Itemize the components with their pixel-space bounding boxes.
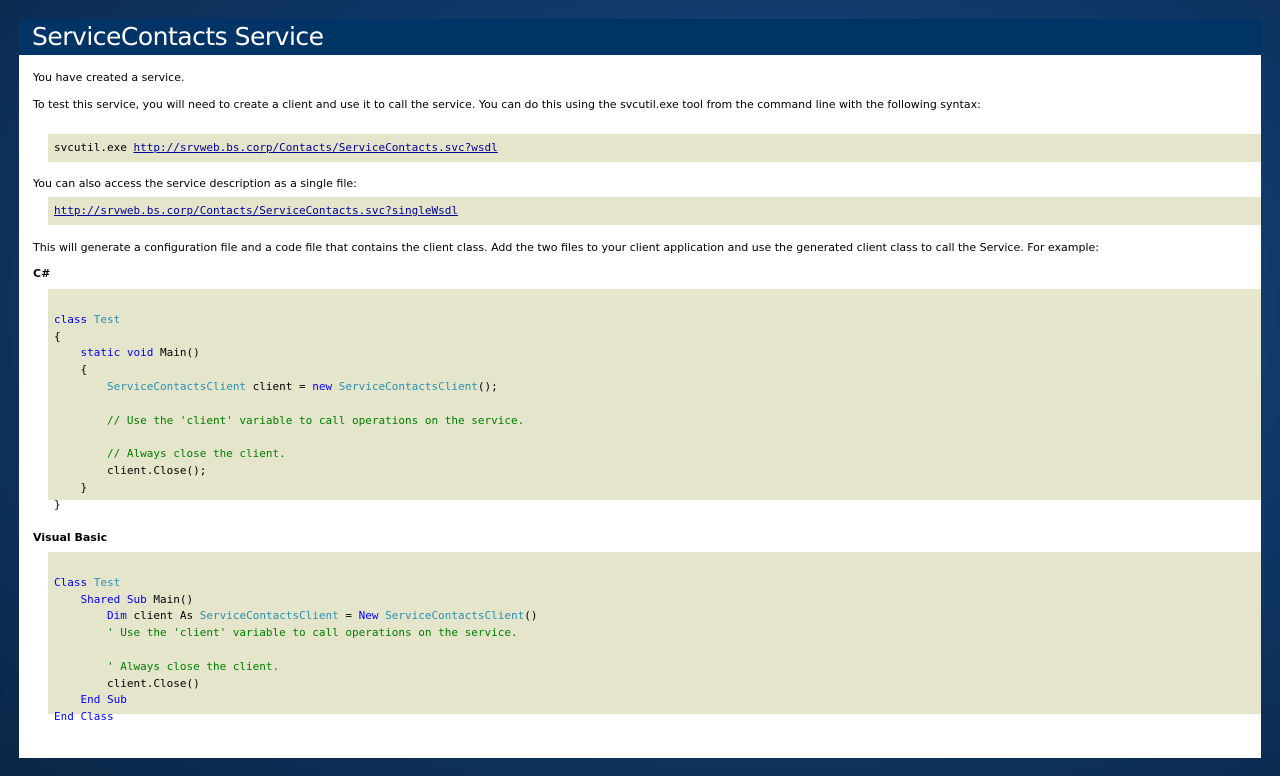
code-line: { <box>54 329 61 343</box>
code-line: End Class <box>54 710 114 724</box>
generate-text: This will generate a configuration file … <box>33 241 1099 254</box>
code-line: // Use the 'client' variable to call ope… <box>106 413 525 427</box>
svcutil-command: svcutil.exe <box>54 141 134 154</box>
csharp-label: C# <box>33 267 51 280</box>
code-line: class Test <box>54 312 121 326</box>
wsdl-link[interactable]: http://srvweb.bs.corp/Contacts/ServiceCo… <box>133 141 497 154</box>
csharp-code-block: class Test { static void Main() { Service… <box>48 289 1261 511</box>
code-line: Class Test <box>54 575 121 589</box>
code-line: client.Close() <box>106 676 200 690</box>
service-page: ServiceContacts Service You have created… <box>19 19 1261 758</box>
code-line: Dim client As ServiceContactsClient = Ne… <box>106 609 538 623</box>
code-line: { <box>54 363 88 377</box>
single-file-text: You can also access the service descript… <box>33 177 357 190</box>
svcutil-command-block: svcutil.exe http://srvweb.bs.corp/Contac… <box>48 134 1261 162</box>
code-line: ' Use the 'client' variable to call oper… <box>106 626 518 640</box>
code-line: static void Main() <box>80 346 200 360</box>
vb-code-block: Class Test Shared Sub Main() Dim client … <box>48 552 1261 723</box>
single-wsdl-link[interactable]: http://srvweb.bs.corp/Contacts/ServiceCo… <box>54 204 458 217</box>
code-line: } <box>54 480 88 494</box>
code-line: client.Close(); <box>106 463 207 477</box>
page-title: ServiceContacts Service <box>19 19 1261 55</box>
vb-label: Visual Basic <box>33 531 108 544</box>
intro-text-created: You have created a service. <box>33 71 185 84</box>
code-line: ServiceContactsClient client = new Servi… <box>106 379 498 393</box>
code-line: ' Always close the client. <box>106 659 280 673</box>
intro-text-test-instructions: To test this service, you will need to c… <box>33 98 981 111</box>
single-wsdl-block: http://srvweb.bs.corp/Contacts/ServiceCo… <box>48 197 1261 225</box>
code-line: End Sub <box>80 693 127 707</box>
code-line: // Always close the client. <box>106 447 286 461</box>
code-line: Shared Sub Main() <box>80 592 194 606</box>
code-line: } <box>54 497 61 511</box>
